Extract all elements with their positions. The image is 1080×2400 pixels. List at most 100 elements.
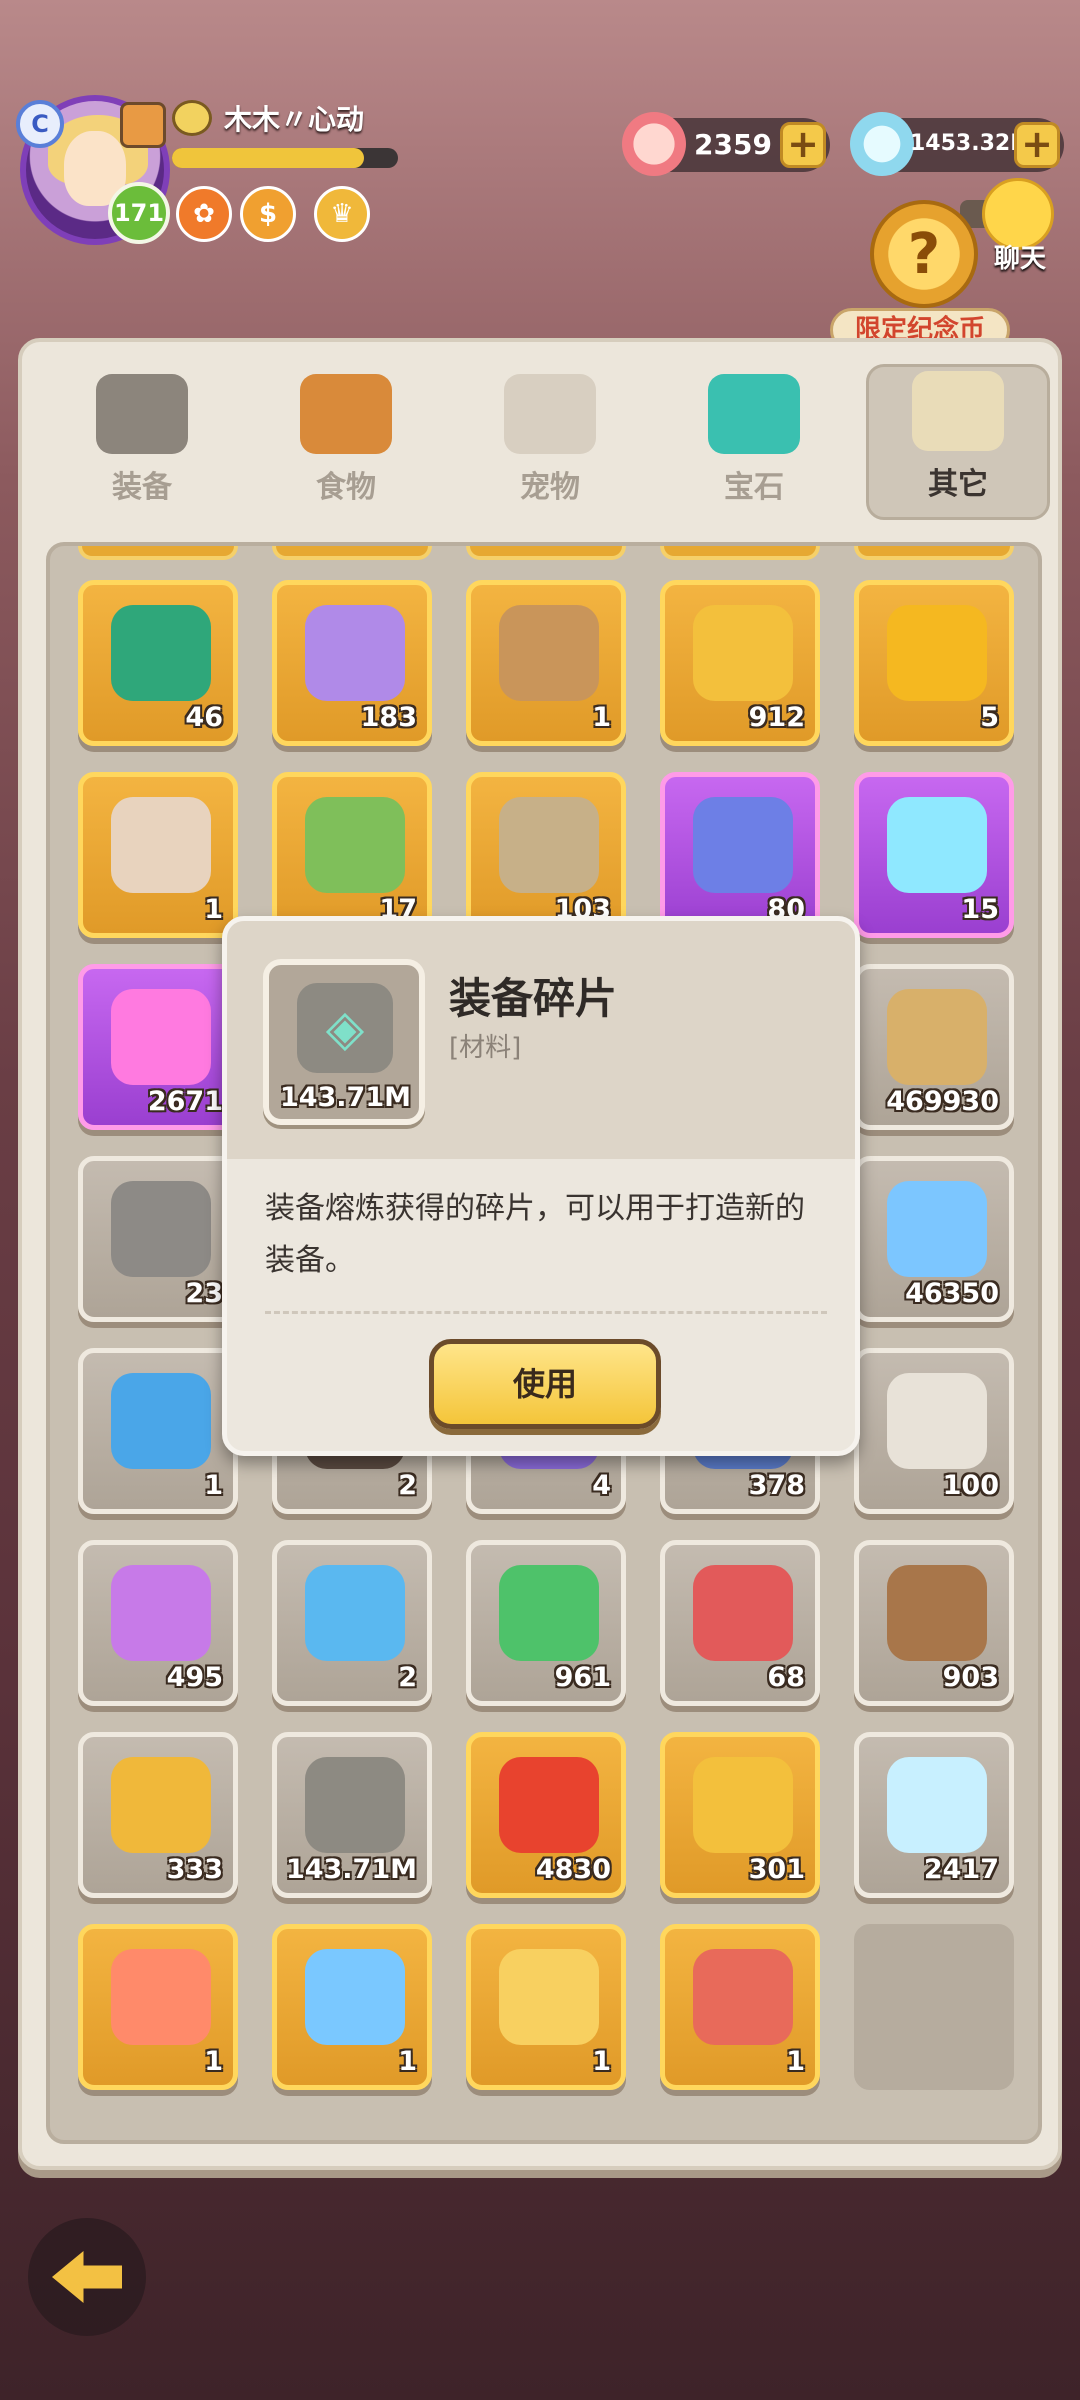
item-count: 1 — [398, 2046, 417, 2077]
inventory-item[interactable]: 15 — [854, 772, 1014, 938]
inventory-item[interactable]: 903 — [854, 1540, 1014, 1706]
inventory-item[interactable]: 2671 — [78, 964, 238, 1130]
tab-pet-skull[interactable]: 宠物 — [458, 364, 642, 520]
equipment-shard-icon: ◈ — [297, 983, 393, 1073]
stone-tablet-icon — [111, 1181, 211, 1277]
inventory-item[interactable]: 961 — [466, 1540, 626, 1706]
inventory-item[interactable]: 68 — [660, 1540, 820, 1706]
tab-gem[interactable]: 宝石 — [662, 364, 846, 520]
inventory-item[interactable]: 469930 — [854, 964, 1014, 1130]
pink-crystal-icon — [111, 989, 211, 1085]
inventory-item[interactable]: 183 — [272, 580, 432, 746]
inventory-item[interactable]: 2417 — [854, 1732, 1014, 1898]
item-count: 301 — [748, 1854, 805, 1885]
crown-buff-icon[interactable]: ♛ — [314, 186, 370, 242]
gold-coin-icon — [693, 1757, 793, 1853]
inventory-item[interactable]: 1 — [660, 1924, 820, 2090]
tab-label: 宠物 — [520, 470, 580, 505]
tab-label: 其它 — [928, 467, 988, 502]
empty-slot — [854, 1924, 1014, 2090]
anniversary-4-icon — [111, 1949, 211, 2045]
inventory-item[interactable]: 46350 — [854, 1156, 1014, 1322]
shell-amount: 2359 — [694, 128, 772, 161]
inventory-item[interactable]: 912 — [660, 580, 820, 746]
green-totem-icon — [305, 797, 405, 893]
use-button[interactable]: 使用 — [429, 1339, 661, 1429]
item-count: 1 — [204, 1470, 223, 1501]
add-gem-button[interactable]: + — [1014, 122, 1060, 168]
limited-coin-event-button[interactable]: ? 限定纪念币 — [830, 200, 1010, 360]
paw-buff-icon[interactable]: ✿ — [176, 186, 232, 242]
item-count: 2 — [398, 1662, 417, 1693]
item-count: 143.71M — [285, 1854, 417, 1885]
popup-divider — [265, 1311, 827, 1314]
green-ticket-icon — [499, 1565, 599, 1661]
inventory-item[interactable]: 1 — [78, 772, 238, 938]
tab-label: 宝石 — [724, 470, 784, 505]
cloud-gem-icon — [850, 112, 914, 176]
rainbow-gem-icon — [887, 797, 987, 893]
inventory-item[interactable]: 1 — [466, 580, 626, 746]
inventory-item[interactable]: 103 — [466, 772, 626, 938]
inventory-item[interactable]: 2 — [272, 1540, 432, 1706]
item-count: 378 — [748, 1470, 805, 1501]
purple-ticket-icon — [111, 1565, 211, 1661]
equipment-shard-icon — [305, 1757, 405, 1853]
item-count: 100 — [942, 1470, 999, 1501]
golden-egg-icon — [887, 605, 987, 701]
shell-currency: 2359 + — [622, 112, 830, 176]
item-count: 5 — [980, 702, 999, 733]
frame-icon — [120, 102, 166, 148]
question-coin-icon: ? — [870, 200, 978, 308]
inventory-item[interactable]: 23 — [78, 1156, 238, 1322]
coin-buff-icon[interactable]: $ — [240, 186, 296, 242]
inventory-item[interactable]: 17 — [272, 772, 432, 938]
fire-orb-icon — [499, 1757, 599, 1853]
item-count: 1 — [204, 2046, 223, 2077]
inventory-item[interactable]: 301 — [660, 1732, 820, 1898]
inventory-item[interactable]: 143.71M — [272, 1732, 432, 1898]
blue-crystal-icon — [887, 1181, 987, 1277]
back-button[interactable] — [28, 2218, 146, 2336]
inventory-item[interactable]: 1 — [78, 1348, 238, 1514]
inventory-item[interactable]: 5 — [854, 580, 1014, 746]
item-count: 1 — [204, 894, 223, 925]
inventory-item[interactable]: 1 — [78, 1924, 238, 2090]
inventory-item[interactable]: 1 — [466, 1924, 626, 2090]
item-count: 4830 — [535, 1854, 611, 1885]
inventory-item[interactable]: 46 — [78, 580, 238, 746]
inventory-item[interactable]: 1 — [272, 1924, 432, 2090]
rainbow-scene-icon — [305, 1949, 405, 2045]
player-name: 木木〃心动 — [224, 103, 365, 136]
tab-hammer[interactable]: 装备 — [50, 364, 234, 520]
grid-row-peek — [466, 546, 626, 560]
anniversary-3-icon — [499, 1949, 599, 2045]
item-count: 1 — [786, 2046, 805, 2077]
inventory-item[interactable]: 333 — [78, 1732, 238, 1898]
item-count: 333 — [166, 1854, 223, 1885]
item-count: 4 — [592, 1470, 611, 1501]
item-count: 903 — [942, 1662, 999, 1693]
item-count: 495 — [166, 1662, 223, 1693]
item-count: 46350 — [905, 1278, 999, 1309]
inventory-item[interactable]: 4830 — [466, 1732, 626, 1898]
red-ticket-icon — [693, 1565, 793, 1661]
carrot-bag-icon — [111, 605, 211, 701]
previous-row-edge — [50, 546, 1038, 560]
tab-label: 食物 — [316, 470, 376, 505]
vip-badge-icon: C — [16, 100, 64, 148]
shell-icon — [622, 112, 686, 176]
inventory-item[interactable]: 80 — [660, 772, 820, 938]
grid-row-peek — [272, 546, 432, 560]
inventory-item[interactable]: 100 — [854, 1348, 1014, 1514]
item-count: 183 — [360, 702, 417, 733]
item-count: 1 — [592, 2046, 611, 2077]
popup-description: 装备熔炼获得的碎片，可以用于打造新的装备。 — [265, 1191, 805, 1278]
tab-bone[interactable]: 其它 — [866, 364, 1050, 520]
item-count: 23 — [185, 1278, 223, 1309]
popup-item-type: [材料] — [449, 1033, 522, 1063]
tab-food-bowl[interactable]: 食物 — [254, 364, 438, 520]
popup-item-count: 143.71M — [279, 1082, 411, 1113]
add-shell-button[interactable]: + — [780, 122, 826, 168]
inventory-item[interactable]: 495 — [78, 1540, 238, 1706]
